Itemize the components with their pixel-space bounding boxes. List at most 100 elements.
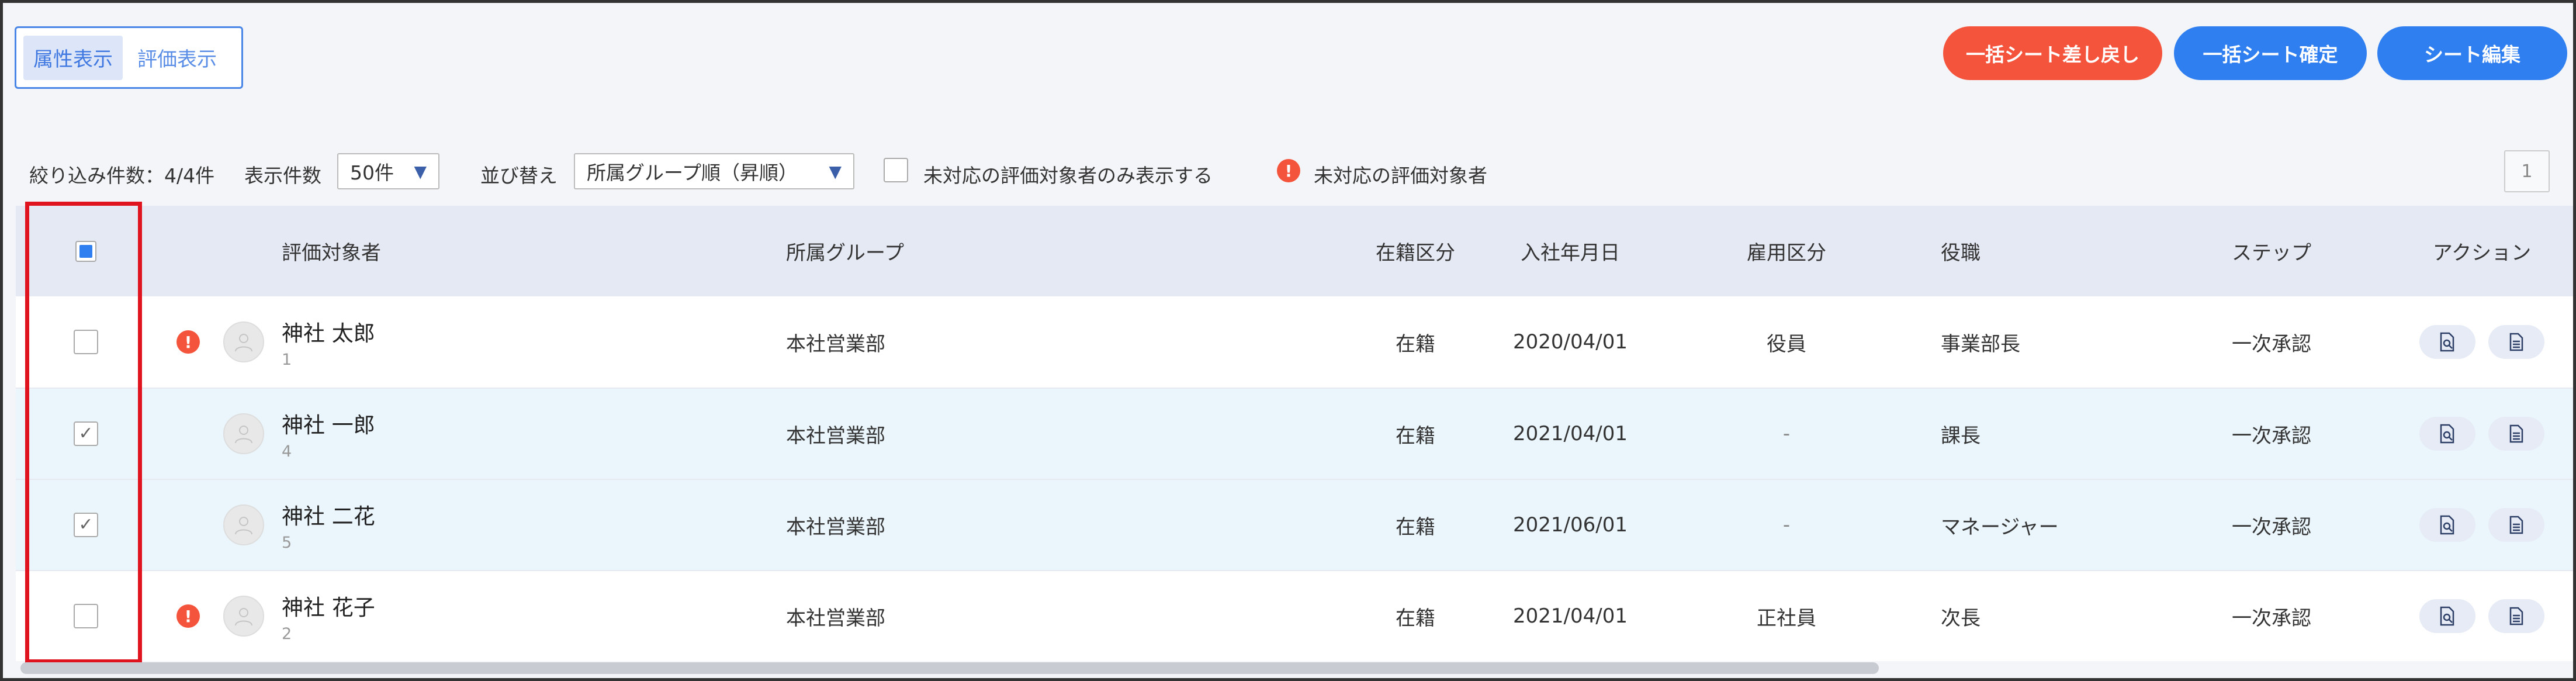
document-icon [2509,333,2523,351]
step-cell: 一次承認 [2232,424,2311,448]
status-cell: 在籍 [1396,424,1435,448]
user-icon [235,426,252,444]
table-row[interactable]: ✓ 神社 一郎 4 本社営業部 在籍 2021/04/01 - 課長 一次承認 [16,388,2573,479]
bulk-confirm-button[interactable]: 一括シート確定 [2174,26,2367,80]
header-action: アクション [2432,241,2532,265]
group-cell: 本社営業部 [786,332,885,356]
group-cell: 本社営業部 [786,606,885,630]
employee-name[interactable]: 神社 二花 [282,499,375,530]
header-join-date: 入社年月日 [1521,241,1620,265]
bulk-revert-button[interactable]: 一括シート差し戻し [1943,26,2162,80]
select-all-checkbox[interactable] [75,240,96,262]
join-date-cell: 2020/04/01 [1513,330,1628,354]
role-cell: 課長 [1941,424,1981,448]
step-cell: 一次承認 [2232,515,2311,539]
employee-id: 2 [282,624,292,643]
check-icon: ✓ [78,423,94,444]
tab-evaluation-view[interactable]: 評価表示 [127,36,227,80]
alert-icon: ! [176,604,200,628]
preview-sheet-button[interactable] [2419,417,2475,451]
preview-sheet-button[interactable] [2419,325,2475,359]
open-sheet-button[interactable] [2488,599,2544,633]
open-sheet-button[interactable] [2488,417,2544,451]
indeterminate-icon [79,244,92,258]
sort-value: 所属グループ順（昇順） [587,161,798,184]
tab-attribute-view[interactable]: 属性表示 [23,35,123,80]
unhandled-only-checkbox[interactable] [884,158,908,182]
document-icon [2509,424,2523,443]
alert-icon: ! [1277,159,1300,182]
step-cell: 一次承認 [2232,332,2311,356]
per-page-select[interactable]: 50件 ▼ [337,153,439,189]
role-cell: 次長 [1941,606,1981,630]
document-search-icon [2440,332,2454,352]
view-toggle: 属性表示 評価表示 [15,26,243,89]
chevron-down-icon: ▼ [829,161,842,181]
employment-cell: - [1782,422,1791,445]
chevron-down-icon: ▼ [414,161,427,181]
role-cell: マネージャー [1941,515,2059,539]
avatar [223,596,264,637]
group-cell: 本社営業部 [786,424,885,448]
check-icon: ✓ [78,514,94,535]
preview-sheet-button[interactable] [2419,508,2475,542]
document-search-icon [2440,606,2454,626]
join-date-cell: 2021/06/01 [1513,513,1628,537]
user-icon [235,608,252,626]
join-date-cell: 2021/04/01 [1513,422,1628,445]
horizontal-scrollbar[interactable] [20,662,1879,674]
employment-cell: - [1782,513,1791,537]
document-search-icon [2440,424,2454,444]
document-search-icon [2440,515,2454,535]
status-cell: 在籍 [1396,606,1435,630]
employee-name[interactable]: 神社 太郎 [282,316,375,347]
employee-name[interactable]: 神社 花子 [282,590,375,621]
per-page-label: 表示件数 [244,164,321,187]
employee-id: 5 [282,533,292,552]
sort-select[interactable]: 所属グループ順（昇順） ▼ [574,153,854,189]
open-sheet-button[interactable] [2488,325,2544,359]
group-cell: 本社営業部 [786,515,885,539]
join-date-cell: 2021/04/01 [1513,604,1628,628]
table-row[interactable]: ! 神社 太郎 1 本社営業部 在籍 2020/04/01 役員 事業部長 一次… [16,296,2573,388]
user-icon [235,517,252,535]
status-cell: 在籍 [1396,515,1435,539]
user-icon [235,334,252,352]
open-sheet-button[interactable] [2488,508,2544,542]
employee-name[interactable]: 神社 一郎 [282,407,375,439]
row-checkbox[interactable]: ✓ [74,513,98,537]
employment-cell: 正社員 [1757,606,1816,630]
edit-sheet-button[interactable]: シート編集 [2377,26,2567,80]
step-cell: 一次承認 [2232,606,2311,630]
employee-id: 4 [282,442,292,461]
header-target: 評価対象者 [282,241,381,265]
unhandled-only-label: 未対応の評価対象者のみ表示する [923,164,1213,187]
unhandled-legend: 未対応の評価対象者 [1314,164,1487,187]
filter-bar: 絞り込み件数：4/4件 表示件数 50件 ▼ 並び替え 所属グループ順（昇順） … [29,152,2571,191]
table-row[interactable]: ! 神社 花子 2 本社営業部 在籍 2021/04/01 正社員 次長 一次承… [16,570,2573,661]
avatar [223,504,264,545]
app-frame: 属性表示 評価表示 一括シート差し戻し 一括シート確定 シート編集 絞り込み件数… [0,0,2576,681]
row-checkbox[interactable] [74,330,98,354]
preview-sheet-button[interactable] [2419,599,2475,633]
document-icon [2509,516,2523,534]
row-checkbox[interactable] [74,604,98,628]
row-checkbox[interactable]: ✓ [74,421,98,446]
filter-count: 絞り込み件数：4/4件 [29,164,215,187]
alert-icon: ! [176,330,200,354]
status-cell: 在籍 [1396,332,1435,356]
sort-label: 並び替え [480,164,558,187]
header-employment: 雇用区分 [1747,241,1826,265]
avatar [223,413,264,454]
header-group: 所属グループ [786,241,904,265]
table-row[interactable]: ✓ 神社 二花 5 本社営業部 在籍 2021/06/01 - マネージャー 一… [16,479,2573,570]
employee-id: 1 [282,350,292,369]
document-icon [2509,607,2523,625]
role-cell: 事業部長 [1941,332,2020,356]
per-page-value: 50件 [350,161,394,184]
header-step: ステップ [2232,241,2311,265]
table-header: 評価対象者 所属グループ 在籍区分 入社年月日 雇用区分 役職 ステップ アクシ… [16,206,2573,296]
page-button[interactable]: 1 [2504,150,2550,192]
evaluation-table: 評価対象者 所属グループ 在籍区分 入社年月日 雇用区分 役職 ステップ アクシ… [16,206,2573,661]
employment-cell: 役員 [1767,332,1806,356]
